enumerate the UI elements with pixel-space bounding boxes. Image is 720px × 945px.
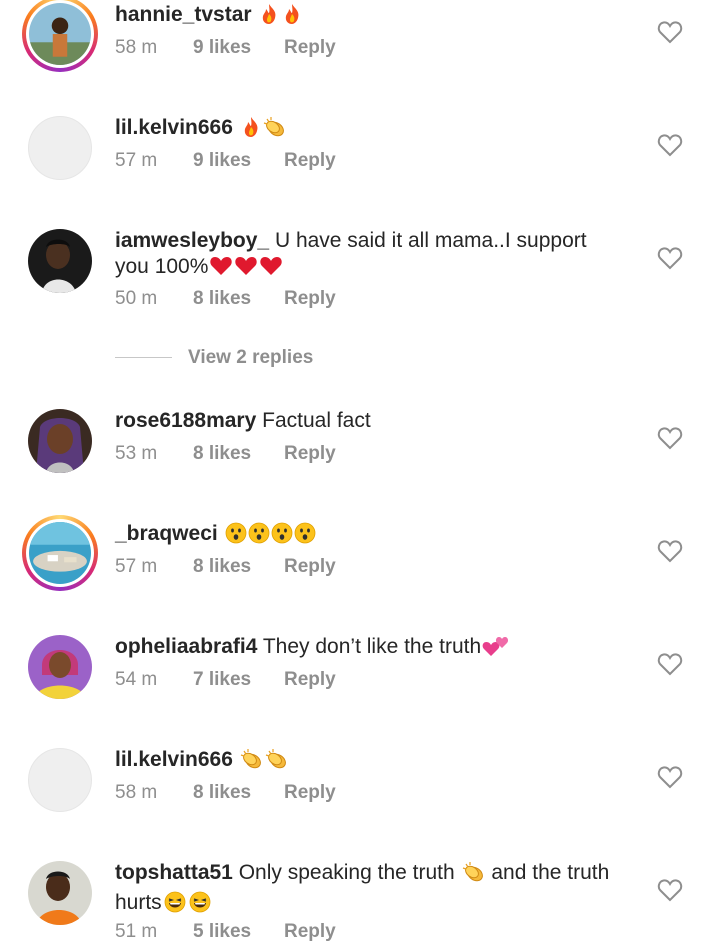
like-heart-icon[interactable] — [657, 765, 683, 789]
comment-text-line2: you 100% — [115, 255, 209, 278]
fire-emoji — [281, 3, 303, 32]
comment-username[interactable]: topshatta51 — [115, 861, 233, 884]
like-heart-icon[interactable] — [657, 133, 683, 157]
comment-username[interactable]: lil.kelvin666 — [115, 748, 233, 771]
comments-list: hannie_tvstar 58 m 9 likes Reply lil.kel… — [0, 0, 720, 945]
reply-button[interactable]: Reply — [284, 781, 336, 805]
clap-emoji — [263, 116, 287, 145]
astonished-emoji — [271, 522, 293, 551]
heart-emoji — [259, 255, 283, 284]
comment-likes[interactable]: 9 likes — [193, 36, 251, 60]
avatar[interactable] — [28, 229, 92, 293]
comment-likes[interactable]: 7 likes — [193, 668, 251, 692]
comment-likes[interactable]: 8 likes — [193, 287, 251, 311]
comment-text: Factual fact — [262, 409, 371, 432]
comment-username[interactable]: _braqweci — [115, 522, 218, 545]
comment-likes[interactable]: 8 likes — [193, 781, 251, 805]
like-heart-icon[interactable] — [657, 878, 683, 902]
astonished-emoji — [248, 522, 270, 551]
reply-button[interactable]: Reply — [284, 555, 336, 579]
astonished-emoji — [294, 522, 316, 551]
two-hearts-emoji — [482, 635, 510, 664]
comment-time: 57 m — [115, 556, 158, 577]
avatar[interactable] — [22, 0, 98, 72]
avatar[interactable] — [22, 515, 98, 591]
heart-emoji — [234, 255, 258, 284]
laugh-emoji — [163, 891, 187, 920]
avatar[interactable] — [28, 409, 92, 473]
comment-text: Only speaking the truth — [238, 861, 455, 884]
reply-button[interactable]: Reply — [284, 287, 336, 311]
like-heart-icon[interactable] — [657, 652, 683, 676]
comment-likes[interactable]: 5 likes — [193, 920, 251, 944]
reply-button[interactable]: Reply — [284, 149, 336, 173]
laugh-emoji — [188, 891, 212, 920]
comment-time: 58 m — [115, 37, 158, 58]
comment-time: 58 m — [115, 782, 158, 803]
comment-time: 51 m — [115, 921, 158, 942]
comment-username[interactable]: rose6188mary — [115, 409, 256, 432]
avatar-image — [29, 522, 91, 584]
replies-divider — [115, 357, 172, 358]
comment-text: They don’t like the truth — [262, 635, 482, 658]
comment-time: 54 m — [115, 669, 158, 690]
comment-time: 53 m — [115, 443, 158, 464]
comment-time: 50 m — [115, 288, 158, 309]
clap-emoji — [240, 748, 264, 777]
comment-username[interactable]: iamwesleyboy_ — [115, 229, 269, 252]
heart-emoji — [209, 255, 233, 284]
avatar[interactable] — [28, 861, 92, 925]
reply-button[interactable]: Reply — [284, 442, 336, 466]
reply-button[interactable]: Reply — [284, 920, 336, 944]
like-heart-icon[interactable] — [657, 539, 683, 563]
reply-button[interactable]: Reply — [284, 36, 336, 60]
clap-emoji — [265, 748, 289, 777]
comment-text: U have said it all mama..I support — [274, 229, 587, 252]
comment-text-after: and the truth — [491, 861, 610, 884]
avatar[interactable] — [28, 635, 92, 699]
avatar[interactable] — [28, 748, 92, 812]
fire-emoji — [240, 116, 262, 145]
comment-likes[interactable]: 8 likes — [193, 442, 251, 466]
clap-emoji — [462, 861, 486, 890]
reply-button[interactable]: Reply — [284, 668, 336, 692]
astonished-emoji — [225, 522, 247, 551]
comment-username[interactable]: lil.kelvin666 — [115, 116, 233, 139]
avatar-image — [29, 3, 91, 65]
like-heart-icon[interactable] — [657, 20, 683, 44]
avatar[interactable] — [28, 116, 92, 180]
view-replies-label: View 2 replies — [188, 347, 314, 368]
like-heart-icon[interactable] — [657, 246, 683, 270]
comment-time: 57 m — [115, 150, 158, 171]
like-heart-icon[interactable] — [657, 426, 683, 450]
comment-username[interactable]: opheliaabrafi4 — [115, 635, 257, 658]
comment-likes[interactable]: 8 likes — [193, 555, 251, 579]
comment-text-line2: hurts — [115, 891, 162, 914]
comment-username[interactable]: hannie_tvstar — [115, 3, 252, 26]
comment-likes[interactable]: 9 likes — [193, 149, 251, 173]
fire-emoji — [258, 3, 280, 32]
